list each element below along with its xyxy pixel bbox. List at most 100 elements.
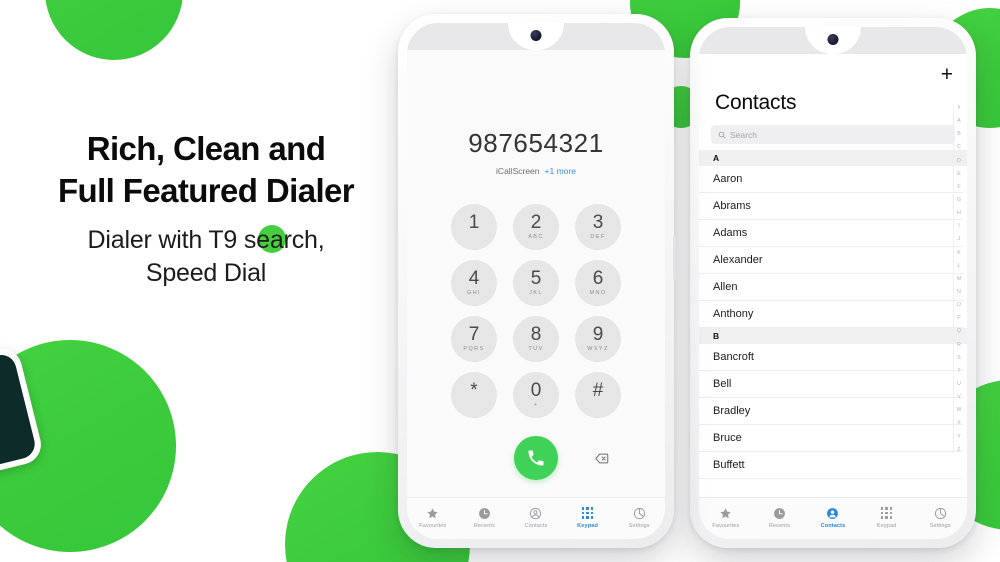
alpha-index-letter[interactable]: C [957,145,961,150]
contacts-topbar: + [699,54,967,85]
alpha-index-letter[interactable]: R [957,342,961,348]
alpha-index-letter[interactable]: D [957,158,961,164]
key-8[interactable]: 8 TUV [513,316,559,362]
list-item[interactable]: Anthony [699,301,963,328]
tab-settings[interactable]: Settings [613,506,665,529]
tab-contacts[interactable]: Contacts [510,506,562,529]
more-matches-link[interactable]: +1 more [545,166,576,176]
clock-icon [773,506,786,520]
alpha-index-letter[interactable]: G [957,197,961,203]
alpha-index-letter[interactable]: # [958,105,961,111]
backspace-button[interactable] [592,449,610,467]
alphabet-index[interactable]: # A B C D E F G H I J K L M N O P Q R S T U V W X Y Z [953,105,964,453]
search-icon [718,131,726,138]
alpha-index-letter[interactable]: Y [957,434,960,440]
key-letters: MNO [589,290,607,296]
headline: Rich, Clean and Full Featured Dialer [0,128,412,212]
list-item[interactable]: Aaron [699,166,963,193]
phone-side-button[interactable] [673,236,676,280]
alpha-index-letter[interactable]: B [957,132,960,137]
tab-label: Favourites [419,523,447,529]
alpha-index-letter[interactable]: Z [957,447,960,453]
call-button[interactable] [514,436,558,480]
key-7[interactable]: 7 PQRS [451,316,497,362]
alpha-index-letter[interactable]: A [957,118,960,124]
headline-line-2: Full Featured Dialer [57,172,355,210]
key-letters: JKL [529,290,543,296]
list-item[interactable]: Alexander [699,247,963,274]
tab-label: Contacts [820,523,846,529]
keypad-grid-icon [880,506,893,520]
key-digit: 4 [468,268,480,289]
alpha-index-letter[interactable]: N [957,289,961,295]
list-item[interactable]: Bancroft [699,344,963,371]
list-item[interactable]: Adams [699,220,963,247]
add-contact-button[interactable]: + [941,64,953,85]
alpha-index-letter[interactable]: L [958,263,961,269]
key-letters: DEF [590,234,606,240]
backspace-icon [594,453,608,463]
alpha-index-letter[interactable]: P [957,316,960,321]
tab-label: Favourites [712,523,740,529]
person-circle-icon [826,506,839,520]
tab-settings[interactable]: Settings [913,506,967,529]
list-item[interactable]: Bell [699,371,963,398]
contacts-section-header: A [699,150,967,166]
key-digit: 5 [530,268,542,289]
alpha-index-letter[interactable]: U [957,381,961,387]
alpha-index-letter[interactable]: T [957,368,960,374]
alpha-index-letter[interactable]: K [957,250,960,256]
tab-contacts[interactable]: Contacts [806,506,860,529]
key-5[interactable]: 5 JKL [513,260,559,306]
tab-recents[interactable]: Recents [459,506,511,529]
contacts-body: + Contacts Search A Aaron Abrams Adams Alexa… [699,54,967,497]
search-input[interactable]: Search [711,125,955,144]
key-digit: # [592,380,604,401]
key-6[interactable]: 6 MNO [575,260,621,306]
key-letters: GHI [467,290,481,296]
alpha-index-letter[interactable]: E [957,171,960,177]
tab-keypad[interactable]: Keypad [860,506,914,529]
key-1[interactable]: 1 [451,204,497,250]
tab-recents[interactable]: Recents [753,506,807,529]
alpha-index-letter[interactable]: W [957,408,962,413]
alpha-index-letter[interactable]: F [957,184,960,190]
tab-keypad[interactable]: Keypad [562,506,614,529]
key-0[interactable]: 0 + [513,372,559,418]
clock-icon [773,507,785,519]
list-item[interactable]: Bradley [699,398,963,425]
alpha-index-letter[interactable]: X [957,421,960,426]
key-9[interactable]: 9 WXYZ [575,316,621,362]
key-3[interactable]: 3 DEF [575,204,621,250]
green-blob-top-left [45,0,183,60]
alpha-index-letter[interactable]: J [958,237,961,242]
clock-icon [478,507,490,519]
tab-favourites[interactable]: Favourites [407,506,459,529]
phone-icon [528,450,544,466]
list-item[interactable]: Allen [699,274,963,301]
key-star[interactable]: * [451,372,497,418]
search-placeholder: Search [730,129,757,140]
key-2[interactable]: 2 ABC [513,204,559,250]
list-item[interactable]: Abrams [699,193,963,220]
dialer-tabbar: Favourites Recents Contacts Keypad Settings [407,497,665,539]
alpha-index-letter[interactable]: I [958,224,959,229]
alpha-index-letter[interactable]: O [957,302,961,308]
keypad-grid-icon [581,506,594,520]
key-hash[interactable]: # [575,372,621,418]
alpha-index-letter[interactable]: H [957,210,961,216]
tab-favourites[interactable]: Favourites [699,506,753,529]
key-4[interactable]: 4 GHI [451,260,497,306]
list-item[interactable]: Buffett [699,452,963,479]
alpha-index-letter[interactable]: S [957,355,960,361]
key-letters: PQRS [463,346,485,352]
alpha-index-letter[interactable]: Q [957,329,961,334]
tab-label: Contacts [524,523,548,529]
alpha-index-letter[interactable]: M [957,276,961,282]
alpha-index-letter[interactable]: V [957,394,960,400]
contacts-list[interactable]: A Aaron Abrams Adams Alexander Allen Anthony B B… [699,150,967,497]
list-item[interactable]: Bruce [699,425,963,452]
dialed-number[interactable]: 987654321 [407,128,665,159]
status-notch-bar [407,23,665,50]
contacts-section-header: B [699,328,967,344]
